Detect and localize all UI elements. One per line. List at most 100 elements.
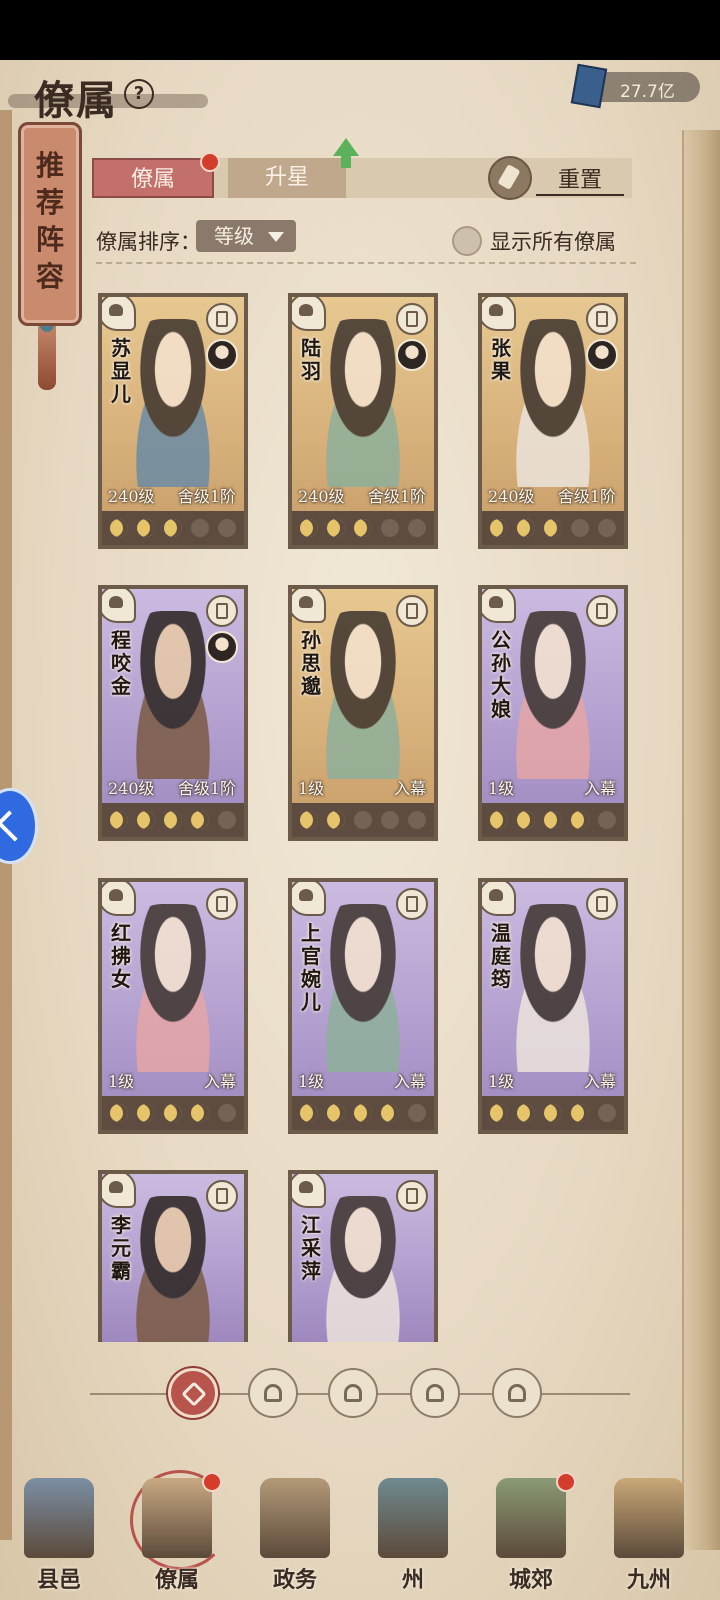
- bottom-nav: 县邑 僚属 政务 州 城郊 九州: [0, 1470, 720, 1600]
- nav-item[interactable]: 州: [358, 1470, 468, 1600]
- skill-type-icon: [396, 888, 428, 920]
- hero-card[interactable]: 孙思邈 1级 入幕: [288, 585, 438, 841]
- help-icon[interactable]: ?: [124, 79, 154, 109]
- nav-icon: [378, 1478, 448, 1558]
- moon-full-icon: [164, 519, 182, 537]
- moon-full-icon: [544, 811, 562, 829]
- faction-icon: [102, 297, 136, 331]
- moon-full-icon: [164, 811, 182, 829]
- moon-full-icon: [164, 1104, 182, 1122]
- skill-type-icon: [396, 1180, 428, 1212]
- hero-card[interactable]: 江采萍: [288, 1170, 438, 1342]
- gourd-filter-icon[interactable]: [328, 1368, 378, 1418]
- moon-empty-icon: [218, 1104, 236, 1122]
- nav-item[interactable]: 城郊: [476, 1470, 586, 1600]
- skill-type-icon: [396, 303, 428, 335]
- hero-level: 1级: [108, 1072, 135, 1091]
- fan-filter-icon[interactable]: [410, 1368, 460, 1418]
- nav-item[interactable]: 僚属: [122, 1470, 232, 1600]
- nav-label: 九州: [626, 1567, 671, 1593]
- moon-empty-icon: [408, 1104, 426, 1122]
- reset-icon[interactable]: [488, 156, 532, 200]
- moon-full-icon: [327, 1104, 345, 1122]
- moon-full-icon: [191, 1104, 209, 1122]
- faction-icon: [292, 882, 326, 916]
- moon-full-icon: [110, 519, 128, 537]
- nav-label: 城郊: [508, 1567, 553, 1593]
- hero-level: 240级: [298, 487, 345, 506]
- skill-type-icon: [586, 595, 618, 627]
- show-all-checkbox[interactable]: [452, 226, 482, 256]
- skill-type-icon: [396, 595, 428, 627]
- nav-icon: [260, 1478, 330, 1558]
- moon-empty-icon: [191, 519, 209, 537]
- hero-name: 上官婉儿: [301, 921, 321, 1014]
- lion-filter-icon[interactable]: [492, 1368, 542, 1418]
- hero-card[interactable]: 陆羽 240级 舍级1阶: [288, 293, 438, 549]
- moon-full-icon: [137, 1104, 155, 1122]
- tab-star-up[interactable]: 升星: [228, 158, 346, 198]
- hero-card[interactable]: 上官婉儿 1级 入幕: [288, 878, 438, 1134]
- hero-card[interactable]: 张果 240级 舍级1阶: [478, 293, 628, 549]
- faction-icon: [292, 589, 326, 623]
- sort-value: 等级: [214, 224, 254, 248]
- faction-icon: [482, 589, 516, 623]
- faction-icon: [482, 882, 516, 916]
- hero-card[interactable]: 公孙大娘 1级 入幕: [478, 585, 628, 841]
- moon-empty-icon: [598, 811, 616, 829]
- nav-icon: [614, 1478, 684, 1558]
- partner-avatar: [206, 631, 238, 663]
- moon-empty-icon: [598, 519, 616, 537]
- moon-empty-icon: [408, 811, 426, 829]
- tab-retainers[interactable]: 僚属: [92, 158, 214, 198]
- hero-name: 李元霸: [111, 1213, 131, 1283]
- skill-type-icon: [206, 888, 238, 920]
- star-moons: [482, 511, 624, 545]
- moon-empty-icon: [381, 519, 399, 537]
- roster-page: 僚属 ? 27.7亿 推荐阵容 僚属 升星 重置 僚属排序： 等级 显示所有僚属…: [0, 60, 720, 1600]
- hero-rank: 舍级1阶: [177, 779, 236, 798]
- moon-full-icon: [327, 811, 345, 829]
- hero-card[interactable]: 程咬金 240级 舍级1阶: [98, 585, 248, 841]
- partner-avatar: [586, 339, 618, 371]
- hero-rank: 入幕: [203, 1072, 236, 1091]
- reset-button[interactable]: 重置: [536, 162, 624, 196]
- nav-item[interactable]: 九州: [594, 1470, 704, 1600]
- nav-label: 州: [401, 1567, 424, 1593]
- hero-name: 孙思邈: [301, 628, 321, 698]
- moon-full-icon: [490, 811, 508, 829]
- nav-badge: [202, 1472, 222, 1492]
- hero-card[interactable]: 李元霸: [98, 1170, 248, 1342]
- faction-icon: [102, 882, 136, 916]
- helmet-filter-icon[interactable]: [248, 1368, 298, 1418]
- moon-full-icon: [327, 519, 345, 537]
- nav-icon: [24, 1478, 94, 1558]
- hero-rank: 入幕: [393, 779, 426, 798]
- hero-level: 1级: [298, 779, 325, 798]
- moon-empty-icon: [408, 519, 426, 537]
- sort-dropdown[interactable]: 等级: [196, 220, 296, 252]
- star-moons: [482, 803, 624, 837]
- hero-name: 程咬金: [111, 628, 131, 698]
- hero-rank: 舍级1阶: [557, 487, 616, 506]
- hero-card[interactable]: 温庭筠 1级 入幕: [478, 878, 628, 1134]
- recommend-lineup-button[interactable]: 推荐阵容: [18, 122, 82, 326]
- all-filter-icon[interactable]: [168, 1368, 218, 1418]
- moon-full-icon: [544, 519, 562, 537]
- hero-card[interactable]: 红拂女 1级 入幕: [98, 878, 248, 1134]
- hero-level: 240级: [108, 487, 155, 506]
- moon-full-icon: [571, 811, 589, 829]
- faction-icon: [482, 297, 516, 331]
- faction-icon: [102, 589, 136, 623]
- skill-type-icon: [586, 303, 618, 335]
- hero-rank: 入幕: [583, 1072, 616, 1091]
- moon-empty-icon: [354, 811, 372, 829]
- hero-card[interactable]: 苏显儿 240级 舍级1阶: [98, 293, 248, 549]
- currency-display[interactable]: 27.7亿: [570, 63, 700, 109]
- moon-empty-icon: [381, 811, 399, 829]
- hero-name: 温庭筠: [491, 921, 511, 991]
- nav-item[interactable]: 县邑: [4, 1470, 114, 1600]
- nav-item[interactable]: 政务: [240, 1470, 350, 1600]
- moon-full-icon: [191, 811, 209, 829]
- moon-full-icon: [354, 1104, 372, 1122]
